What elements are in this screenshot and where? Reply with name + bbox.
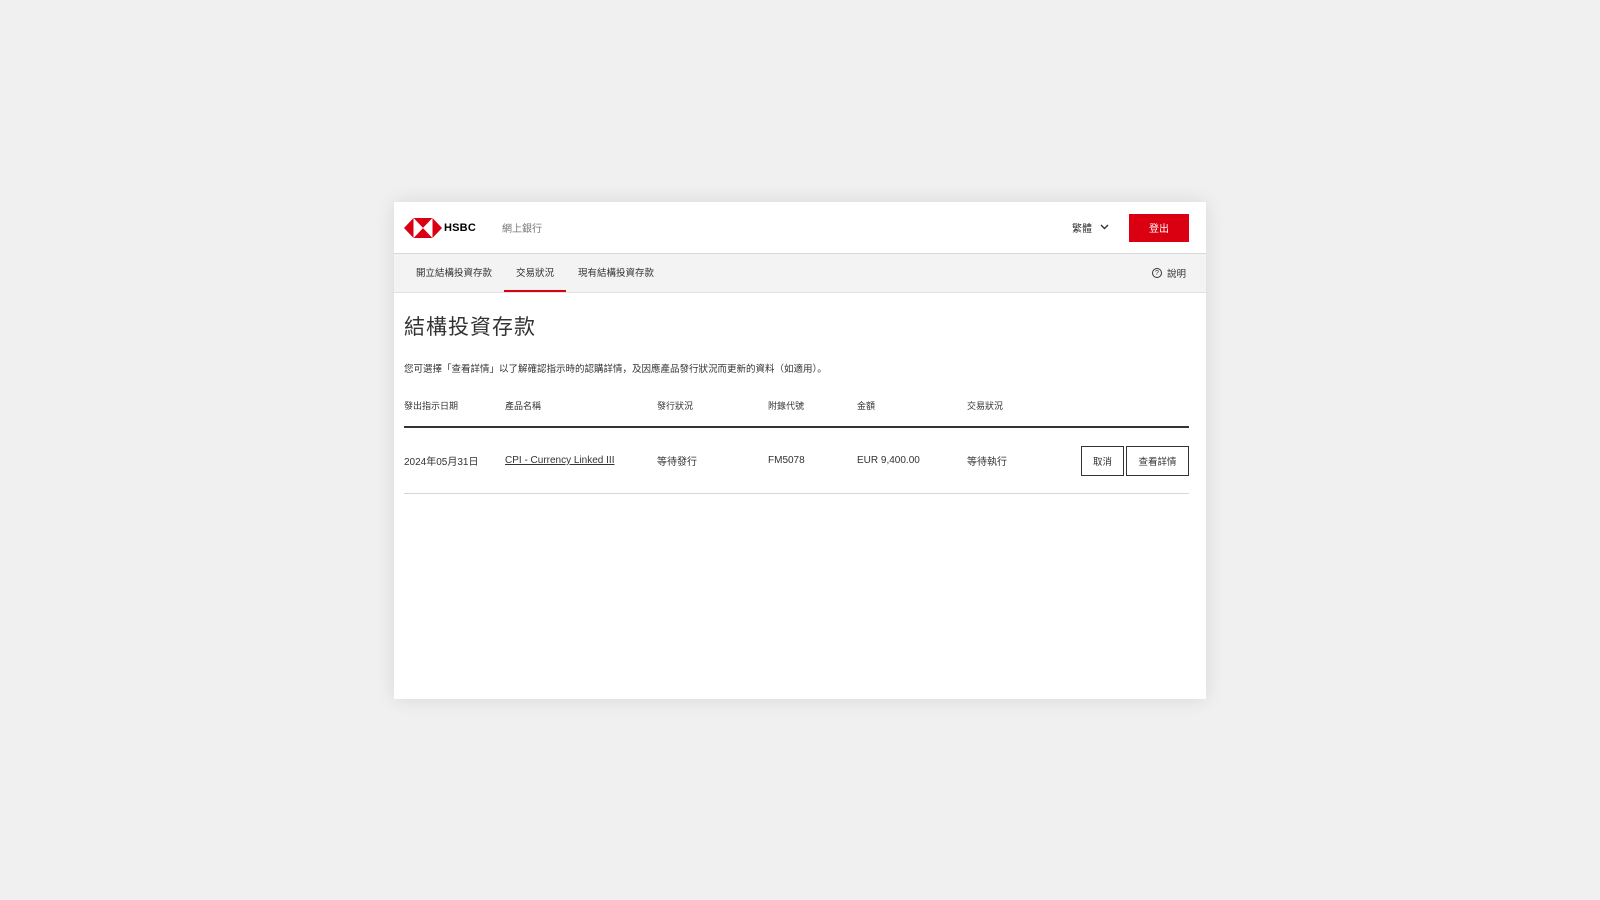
column-header-actions (1067, 399, 1189, 428)
hsbc-hexagon-logo-icon (404, 217, 442, 238)
main-content: 結構投資存款 您可選擇「查看詳情」以了解確認指示時的認購詳情，及因應產品發行狀況… (394, 311, 1206, 494)
table-header-row: 發出指示日期 產品名稱 發行狀況 附錄代號 金額 交易狀況 (404, 399, 1189, 428)
cancel-button[interactable]: 取消 (1081, 445, 1124, 476)
language-label: 繁體 (1072, 224, 1092, 235)
column-header-ref-code: 附錄代號 (768, 399, 857, 428)
cell-product: CPI - Currency Linked III (505, 427, 657, 494)
nav-bar: 開立結構投資存款 交易狀況 現有結構投資存款 ? 說明 (394, 254, 1206, 293)
help-circle-icon: ? (1151, 268, 1162, 278)
table-row: 2024年05月31日 CPI - Currency Linked III 等待… (404, 427, 1189, 494)
hsbc-logo[interactable]: HSBC (404, 217, 476, 238)
cell-issue-status: 等待發行 (657, 427, 768, 494)
help-link[interactable]: ? 說明 (1151, 254, 1196, 292)
column-header-product: 產品名稱 (505, 399, 657, 428)
column-header-issue-status: 發行狀況 (657, 399, 768, 428)
language-select[interactable]: 繁體 (1072, 220, 1109, 235)
header: HSBC 網上銀行 繁體 登出 (394, 202, 1206, 254)
column-header-txn-status: 交易狀況 (967, 399, 1067, 428)
view-details-button[interactable]: 查看詳情 (1126, 445, 1189, 476)
tab-transaction-status[interactable]: 交易狀況 (504, 254, 567, 292)
cell-amount: EUR 9,400.00 (857, 427, 967, 494)
tab-open-structured-deposit[interactable]: 開立結構投資存款 (404, 254, 504, 292)
page-title: 結構投資存款 (404, 316, 536, 339)
cell-actions: 取消 查看詳情 (1067, 427, 1189, 494)
help-label: 說明 (1166, 269, 1186, 280)
column-header-amount: 金額 (857, 399, 967, 428)
app-name: 網上銀行 (501, 224, 542, 235)
cell-ref-code: FM5078 (768, 427, 857, 494)
tab-existing-structured-deposit[interactable]: 現有結構投資存款 (566, 254, 666, 292)
page-description: 您可選擇「查看詳情」以了解確認指示時的認購詳情，及因應產品發行狀況而更新的資料（… (404, 364, 827, 375)
brand-name: HSBC (444, 221, 476, 234)
column-header-date: 發出指示日期 (404, 399, 505, 428)
transactions-table: 發出指示日期 產品名稱 發行狀況 附錄代號 金額 交易狀況 2024年05月31… (404, 399, 1189, 494)
logout-button[interactable]: 登出 (1129, 213, 1189, 242)
product-link[interactable]: CPI - Currency Linked III (505, 455, 614, 466)
chevron-down-icon (1100, 222, 1109, 233)
app-window: HSBC 網上銀行 繁體 登出 開立結構投資存款 交易狀況 現有結構投資存款 ?… (394, 202, 1206, 699)
cell-date: 2024年05月31日 (404, 427, 505, 494)
cell-txn-status: 等待執行 (967, 427, 1067, 494)
